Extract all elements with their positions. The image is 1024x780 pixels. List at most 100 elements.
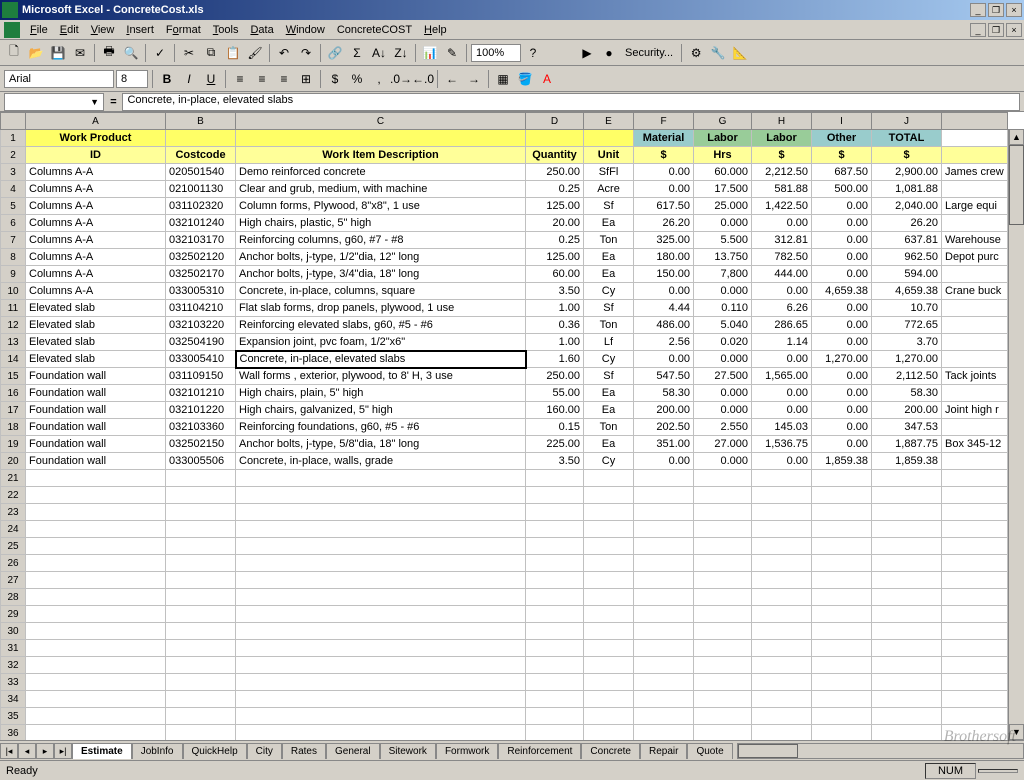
row-header-14[interactable]: 14 xyxy=(1,351,26,368)
cell[interactable] xyxy=(752,470,812,487)
cell[interactable] xyxy=(942,691,1008,708)
cell[interactable]: 1,536.75 xyxy=(752,436,812,453)
menu-insert[interactable]: Insert xyxy=(120,22,160,38)
cell[interactable] xyxy=(584,657,634,674)
chart-button[interactable]: 📊 xyxy=(420,43,440,63)
cell[interactable] xyxy=(236,691,526,708)
cell[interactable]: 58.30 xyxy=(872,385,942,402)
cell[interactable]: 60.000 xyxy=(694,164,752,181)
cell[interactable]: 3.50 xyxy=(526,283,584,300)
scroll-up-button[interactable]: ▲ xyxy=(1009,129,1024,145)
sheet-tab-general[interactable]: General xyxy=(326,743,380,759)
cell[interactable] xyxy=(752,725,812,741)
cell[interactable]: 0.000 xyxy=(694,351,752,368)
cell[interactable] xyxy=(942,215,1008,232)
cell[interactable] xyxy=(752,521,812,538)
cell[interactable]: 0.000 xyxy=(694,283,752,300)
cell[interactable] xyxy=(166,589,236,606)
cell[interactable]: 325.00 xyxy=(634,232,694,249)
cell[interactable]: 2,040.00 xyxy=(872,198,942,215)
cell[interactable]: 0.00 xyxy=(812,385,872,402)
cell[interactable]: Clear and grub, medium, with machine xyxy=(236,181,526,198)
fill-color-button[interactable]: 🪣 xyxy=(515,69,535,89)
cell[interactable] xyxy=(812,589,872,606)
cell[interactable]: Columns A-A xyxy=(26,249,166,266)
cell[interactable] xyxy=(812,674,872,691)
cell[interactable]: 687.50 xyxy=(812,164,872,181)
cell[interactable]: 150.00 xyxy=(634,266,694,283)
cell[interactable]: 5.500 xyxy=(694,232,752,249)
cell[interactable] xyxy=(26,623,166,640)
cell[interactable]: 58.30 xyxy=(634,385,694,402)
cell[interactable] xyxy=(694,521,752,538)
cell[interactable]: 160.00 xyxy=(526,402,584,419)
cell[interactable]: 27.500 xyxy=(694,368,752,385)
cell[interactable] xyxy=(812,691,872,708)
currency-button[interactable]: $ xyxy=(325,69,345,89)
cell[interactable] xyxy=(634,623,694,640)
cell[interactable] xyxy=(26,487,166,504)
cell[interactable] xyxy=(634,606,694,623)
cell[interactable] xyxy=(942,147,1008,164)
align-center-button[interactable]: ≡ xyxy=(252,69,272,89)
cell[interactable]: 1,859.38 xyxy=(812,453,872,470)
cell[interactable]: 0.000 xyxy=(694,402,752,419)
cell[interactable]: Other xyxy=(812,130,872,147)
row-header-4[interactable]: 4 xyxy=(1,181,26,198)
cell[interactable] xyxy=(872,504,942,521)
cell[interactable] xyxy=(694,487,752,504)
paste-button[interactable]: 📋 xyxy=(223,43,243,63)
cell[interactable] xyxy=(584,487,634,504)
cell[interactable]: Ea xyxy=(584,385,634,402)
sheet-last-button[interactable]: ▸| xyxy=(54,743,72,759)
cell[interactable] xyxy=(812,470,872,487)
cell[interactable]: 312.81 xyxy=(752,232,812,249)
cell[interactable] xyxy=(236,555,526,572)
cell[interactable]: 351.00 xyxy=(634,436,694,453)
cell[interactable]: Work Item Description xyxy=(236,147,526,164)
cell[interactable]: 033005410 xyxy=(166,351,236,368)
cell[interactable]: 0.00 xyxy=(752,215,812,232)
cell[interactable] xyxy=(166,572,236,589)
cell[interactable] xyxy=(584,538,634,555)
cell[interactable]: 486.00 xyxy=(634,317,694,334)
cell[interactable]: Elevated slab xyxy=(26,300,166,317)
menu-file[interactable]: File xyxy=(24,22,54,38)
cell[interactable] xyxy=(526,555,584,572)
cell[interactable] xyxy=(236,521,526,538)
cell[interactable]: 250.00 xyxy=(526,368,584,385)
cell[interactable]: James crew xyxy=(942,164,1008,181)
sort-desc-button[interactable]: Z↓ xyxy=(391,43,411,63)
cell[interactable]: 0.00 xyxy=(634,351,694,368)
cell[interactable] xyxy=(752,606,812,623)
row-header-21[interactable]: 21 xyxy=(1,470,26,487)
zoom-input[interactable] xyxy=(471,44,521,62)
cell[interactable]: 033005310 xyxy=(166,283,236,300)
cut-button[interactable]: ✂ xyxy=(179,43,199,63)
cell[interactable] xyxy=(26,708,166,725)
sheet-tab-formwork[interactable]: Formwork xyxy=(436,743,498,759)
increase-indent-button[interactable]: → xyxy=(464,69,484,89)
italic-button[interactable]: I xyxy=(179,69,199,89)
cell[interactable] xyxy=(812,487,872,504)
scroll-thumb[interactable] xyxy=(1009,145,1024,225)
col-header-A[interactable]: A xyxy=(26,113,166,130)
sheet-tab-jobinfo[interactable]: JobInfo xyxy=(132,743,183,759)
cell[interactable] xyxy=(526,708,584,725)
sort-asc-button[interactable]: A↓ xyxy=(369,43,389,63)
cell[interactable] xyxy=(166,555,236,572)
cell[interactable]: 547.50 xyxy=(634,368,694,385)
row-header-3[interactable]: 3 xyxy=(1,164,26,181)
cell[interactable]: 55.00 xyxy=(526,385,584,402)
doc-minimize-button[interactable]: _ xyxy=(970,23,986,37)
cell[interactable]: 0.00 xyxy=(752,351,812,368)
cell[interactable]: 145.03 xyxy=(752,419,812,436)
cell[interactable] xyxy=(752,589,812,606)
cell[interactable]: 25.000 xyxy=(694,198,752,215)
cell[interactable] xyxy=(526,606,584,623)
cell[interactable]: Columns A-A xyxy=(26,198,166,215)
cell[interactable]: ID xyxy=(26,147,166,164)
cell[interactable]: 0.00 xyxy=(812,402,872,419)
row-header-18[interactable]: 18 xyxy=(1,419,26,436)
cell[interactable] xyxy=(942,419,1008,436)
